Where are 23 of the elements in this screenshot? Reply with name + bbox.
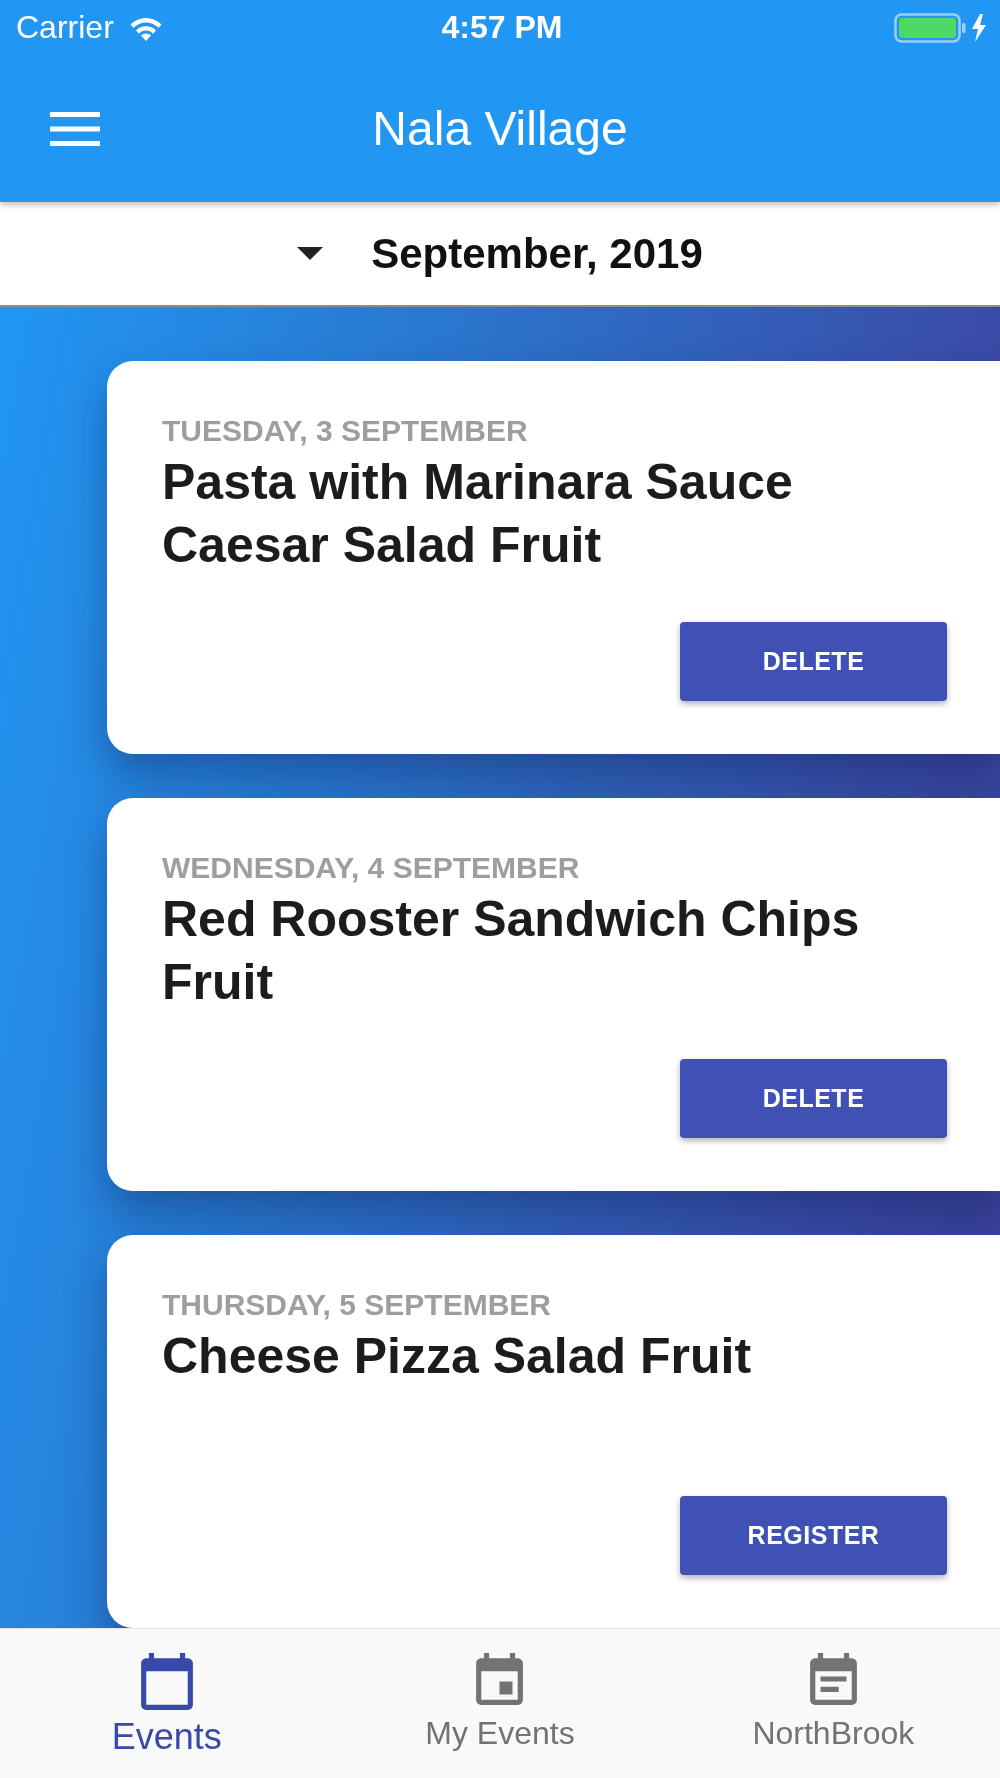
nav-tab[interactable]: My Events <box>333 1629 667 1778</box>
dropdown-caret-icon <box>297 247 324 260</box>
app-title: Nala Village <box>372 101 628 156</box>
battery-charging-icon <box>894 12 988 43</box>
event-date: TUESDAY, 3 SEPTEMBER <box>162 413 529 449</box>
nav-tab[interactable]: NorthBrook <box>666 1629 1000 1778</box>
nav-tab[interactable]: Events <box>0 1629 334 1778</box>
event-action-button[interactable]: DELETE <box>680 622 947 701</box>
status-time: 4:57 PM <box>441 9 563 46</box>
event-date: THURSDAY, 5 SEPTEMBER <box>162 1287 552 1323</box>
event-title: Pasta with Marinara Sauce Caesar Salad Fruit <box>162 453 794 575</box>
calendar-day-icon <box>476 1653 524 1705</box>
event-action-button[interactable]: REGISTER <box>680 1496 947 1575</box>
event-title: Cheese Pizza Salad Fruit <box>162 1327 753 1386</box>
event-date: WEDNESDAY, 4 SEPTEMBER <box>162 850 581 886</box>
calendar-note-icon <box>809 1653 857 1705</box>
menu-button[interactable] <box>50 111 100 146</box>
event-title: Red Rooster Sandwich Chips Fruit <box>162 890 861 1012</box>
month-selector[interactable]: September, 2019 <box>371 229 703 278</box>
calendar-icon <box>140 1653 193 1710</box>
menu-icon <box>50 111 100 146</box>
carrier-name: Carrier <box>16 9 114 46</box>
event-action-button[interactable]: DELETE <box>680 1059 947 1138</box>
